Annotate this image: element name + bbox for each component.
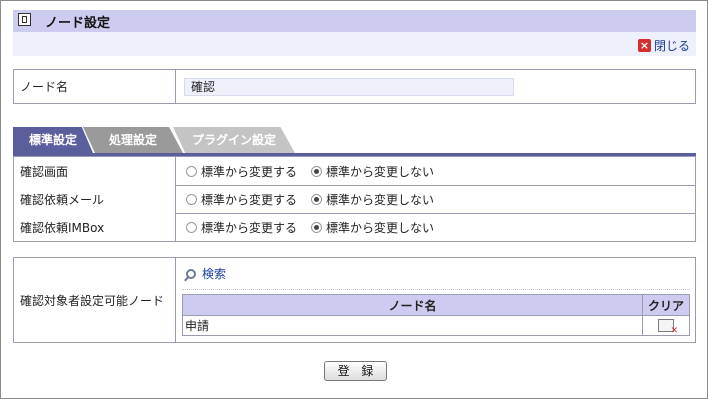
node-name-label: ノード名 [14,70,176,103]
clear-icon[interactable] [658,319,678,336]
radio-label: 標準から変更しない [326,192,435,207]
search-label: 検索 [202,267,227,281]
radio-unchecked-icon [186,165,197,177]
column-header-node-name: ノード名 [181,294,644,316]
target-node-table: ノード名 クリア 申請 [181,294,690,336]
target-node-label: 確認対象者設定可能ノード [14,258,176,342]
tab-bar: プラグイン設定 処理設定 標準設定 [13,127,696,153]
setting-row: 確認依頼メール 標準から変更する 標準から変更しない [14,185,695,214]
target-node-section: 確認対象者設定可能ノード 検索 ノード名 クリア 申請 ✕ [13,257,696,343]
radio-label: 標準から変更する [201,220,298,235]
table-row: 申請 [181,315,690,336]
settings-page-icon [18,13,31,26]
action-bar: × 閉じる [13,32,696,56]
radio-label: 標準から変更する [201,164,298,179]
radio-checked-icon [311,193,323,205]
radio-no-change[interactable]: 標準から変更しない [311,219,434,236]
radio-unchecked-icon [186,193,197,205]
title-bar: ノード設定 [13,10,696,32]
radio-unchecked-icon [186,221,197,233]
node-name-cell: 申請 [181,315,644,336]
page-title: ノード設定 [45,16,111,31]
radio-label: 標準から変更しない [326,220,435,235]
radio-no-change[interactable]: 標準から変更しない [311,163,434,180]
dialog-frame: ノード設定 × 閉じる ノード名 プラグイン設定 処理設定 標準設定 確認画面 … [0,0,708,399]
radio-no-change[interactable]: 標準から変更しない [311,191,434,208]
setting-label: 確認依頼メール [14,185,176,213]
radio-checked-icon [311,221,323,233]
clear-cell [642,315,690,336]
radio-change[interactable]: 標準から変更する [186,219,297,236]
divider [182,289,690,290]
tab-plugin-settings[interactable]: プラグイン設定 [173,127,295,153]
standard-settings-table: 確認画面 標準から変更する 標準から変更しない 確認依頼メール 標準から変更する… [13,156,696,242]
search-icon [186,268,196,279]
setting-label: 確認画面 [14,157,176,185]
setting-row: 確認画面 標準から変更する 標準から変更しない [14,157,695,186]
node-name-input[interactable] [184,77,514,96]
setting-row: 確認依頼IMBox 標準から変更する 標準から変更しない [14,213,695,241]
node-name-section: ノード名 [13,69,696,104]
tab-process-settings[interactable]: 処理設定 [83,127,183,153]
radio-checked-icon [311,165,323,177]
radio-change[interactable]: 標準から変更する [186,163,297,180]
close-icon: × [637,39,651,52]
close-label: 閉じる [653,39,690,53]
search-link[interactable]: 検索 [186,265,226,282]
radio-label: 標準から変更する [201,192,298,207]
radio-label: 標準から変更しない [326,164,435,179]
close-link[interactable]: × 閉じる [637,37,690,54]
register-button[interactable]: 登 録 [324,361,387,381]
tab-standard-settings[interactable]: 標準設定 [13,127,93,153]
column-header-clear: クリア [642,294,690,316]
setting-label: 確認依頼IMBox [14,213,176,241]
radio-change[interactable]: 標準から変更する [186,191,297,208]
